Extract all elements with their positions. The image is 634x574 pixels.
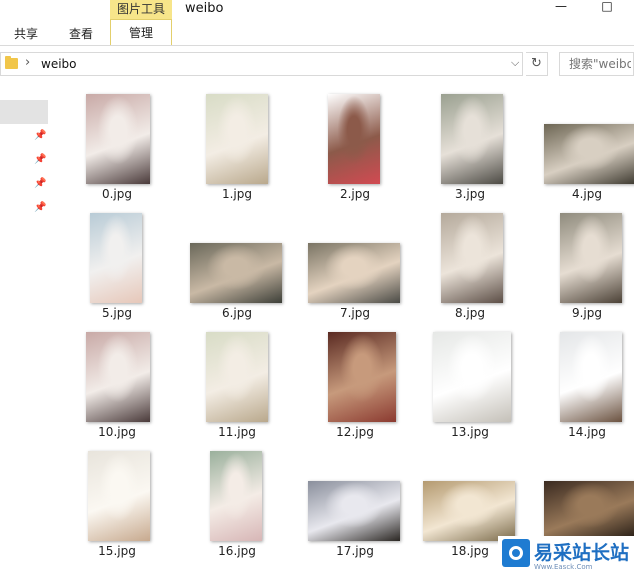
- image-thumbnail[interactable]: [210, 451, 262, 541]
- file-item[interactable]: 9.jpg: [528, 203, 634, 321]
- file-name-label: 15.jpg: [98, 544, 136, 558]
- file-name-label: 14.jpg: [568, 425, 606, 439]
- tab-share[interactable]: 共享: [14, 24, 38, 44]
- search-input[interactable]: [559, 52, 634, 76]
- image-thumbnail[interactable]: [560, 332, 622, 422]
- image-thumbnail[interactable]: [190, 243, 282, 303]
- file-item[interactable]: 1.jpg: [178, 84, 296, 202]
- picture-tools-group: 图片工具: [110, 0, 172, 19]
- file-item[interactable]: 10.jpg: [58, 322, 176, 440]
- ribbon: 图片工具 weibo — □ 共享 查看 管理: [0, 0, 634, 46]
- image-thumbnail[interactable]: [86, 94, 150, 184]
- navigation-pane: 📌 📌 📌 📌: [0, 84, 52, 574]
- file-item[interactable]: 3.jpg: [411, 84, 529, 202]
- easck-logo-icon: [502, 539, 530, 567]
- file-item[interactable]: 6.jpg: [178, 203, 296, 321]
- minimize-button[interactable]: —: [546, 0, 576, 14]
- file-name-label: 2.jpg: [339, 187, 371, 201]
- pin-icon[interactable]: 📌: [34, 154, 46, 166]
- file-item[interactable]: 0.jpg: [58, 84, 176, 202]
- window-title: weibo: [185, 1, 224, 16]
- file-name-label: 16.jpg: [218, 544, 256, 558]
- file-name-label: 9.jpg: [571, 306, 603, 320]
- watermark: 易采站长站 Www.Easck.Com: [498, 536, 634, 574]
- file-name-label: 7.jpg: [339, 306, 371, 320]
- image-thumbnail[interactable]: [308, 243, 400, 303]
- file-grid: 0.jpg 1.jpg 2.jpg 3.jpg 4.jpg 5.jpg 6.jpg 7.jpg…: [52, 84, 634, 574]
- image-thumbnail[interactable]: [88, 451, 150, 541]
- file-name-label: 6.jpg: [221, 306, 253, 320]
- file-name-label: 8.jpg: [454, 306, 486, 320]
- file-item[interactable]: 7.jpg: [296, 203, 414, 321]
- pin-icon[interactable]: 📌: [34, 130, 46, 142]
- address-bar[interactable]: › weibo ⌵: [0, 52, 523, 76]
- file-name-label: 3.jpg: [454, 187, 486, 201]
- file-item[interactable]: 15.jpg: [58, 441, 176, 559]
- file-item[interactable]: 4.jpg: [528, 84, 634, 202]
- folder-icon: [5, 56, 18, 69]
- file-item[interactable]: 11.jpg: [178, 322, 296, 440]
- watermark-subtext: Www.Easck.Com: [534, 563, 593, 571]
- file-name-label: 11.jpg: [218, 425, 256, 439]
- file-item[interactable]: 16.jpg: [178, 441, 296, 559]
- image-thumbnail[interactable]: [560, 213, 622, 303]
- file-item[interactable]: 5.jpg: [58, 203, 176, 321]
- file-item[interactable]: 2.jpg: [296, 84, 414, 202]
- file-name-label: 17.jpg: [336, 544, 374, 558]
- image-thumbnail[interactable]: [206, 94, 268, 184]
- file-name-label: 10.jpg: [98, 425, 136, 439]
- image-thumbnail[interactable]: [544, 481, 634, 541]
- file-name-label: 0.jpg: [101, 187, 133, 201]
- tab-manage[interactable]: 管理: [110, 19, 172, 45]
- refresh-button[interactable]: ↻: [526, 52, 548, 76]
- file-item[interactable]: 8.jpg: [411, 203, 529, 321]
- file-name-label: 4.jpg: [571, 187, 603, 201]
- file-name-label: 12.jpg: [336, 425, 374, 439]
- tab-view[interactable]: 查看: [69, 24, 93, 44]
- image-thumbnail[interactable]: [441, 213, 503, 303]
- image-thumbnail[interactable]: [308, 481, 400, 541]
- chevron-right-icon[interactable]: ›: [25, 55, 30, 70]
- image-thumbnail[interactable]: [90, 213, 142, 303]
- maximize-button[interactable]: □: [592, 0, 622, 14]
- image-thumbnail[interactable]: [206, 332, 268, 422]
- image-thumbnail[interactable]: [328, 94, 380, 184]
- nav-item-selected[interactable]: [0, 100, 48, 124]
- image-thumbnail[interactable]: [544, 124, 634, 184]
- file-item[interactable]: 12.jpg: [296, 322, 414, 440]
- file-item[interactable]: 14.jpg: [528, 322, 634, 440]
- chevron-down-icon[interactable]: ⌵: [511, 56, 519, 70]
- watermark-text: 易采站长站: [534, 542, 630, 564]
- address-path[interactable]: weibo: [41, 57, 77, 71]
- file-item[interactable]: 13.jpg: [411, 322, 529, 440]
- ribbon-divider: [0, 45, 634, 46]
- image-thumbnail[interactable]: [86, 332, 150, 422]
- image-thumbnail[interactable]: [441, 94, 503, 184]
- image-thumbnail[interactable]: [328, 332, 396, 422]
- pin-icon[interactable]: 📌: [34, 178, 46, 190]
- file-name-label: 5.jpg: [101, 306, 133, 320]
- image-thumbnail[interactable]: [433, 332, 511, 422]
- file-name-label: 1.jpg: [221, 187, 253, 201]
- file-item[interactable]: 17.jpg: [296, 441, 414, 559]
- file-name-label: 13.jpg: [451, 425, 489, 439]
- image-thumbnail[interactable]: [423, 481, 515, 541]
- pin-icon[interactable]: 📌: [34, 202, 46, 214]
